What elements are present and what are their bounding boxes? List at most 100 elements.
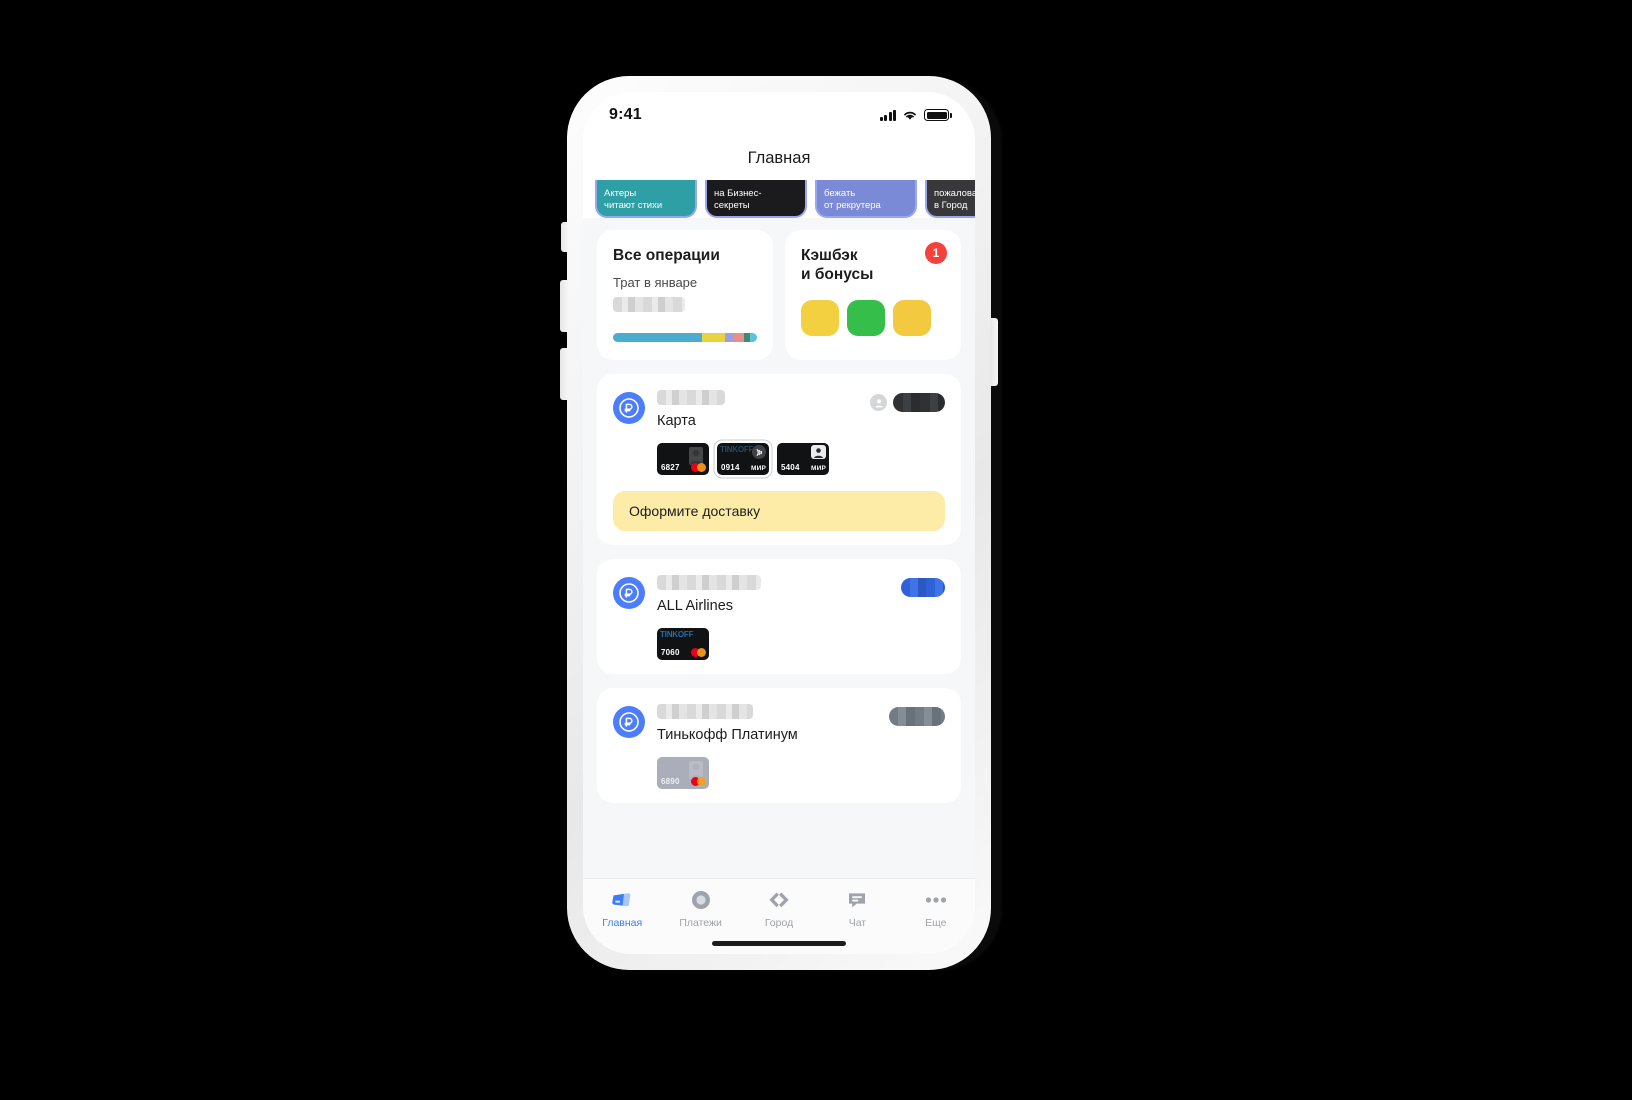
battery-icon	[924, 109, 952, 121]
mini-cards-row[interactable]: 6890	[613, 757, 945, 789]
phone-screen: 9:41 Главная Актеры читают стихи на Бизне…	[583, 92, 975, 954]
card-last4: 6827	[661, 463, 680, 472]
power-button[interactable]	[990, 318, 998, 386]
card-brand	[691, 463, 706, 472]
account-balance-masked	[657, 390, 725, 405]
story-card[interactable]: Актеры читают стихи	[595, 180, 697, 218]
tab-главная[interactable]: Главная	[583, 888, 661, 929]
cashback-tile[interactable]	[847, 300, 885, 336]
card-brand	[691, 648, 706, 657]
spending-bar-segment	[725, 333, 734, 342]
mini-bank-card[interactable]: 6827	[657, 443, 709, 475]
tab-label: Город	[764, 917, 794, 929]
mastercard-logo-icon	[691, 777, 706, 786]
tab-label: Платежи	[679, 917, 722, 929]
account-balance-masked	[657, 704, 753, 719]
scroll-content[interactable]: Актеры читают стихи на Бизнес- секреты беж…	[583, 180, 975, 878]
person-icon[interactable]	[870, 394, 887, 411]
account-balance-masked	[657, 575, 761, 590]
account-right-controls[interactable]	[901, 578, 945, 597]
story-card[interactable]: пожаловать в Город	[925, 180, 975, 218]
account-header: Карта	[613, 390, 945, 429]
more-dots-icon	[923, 888, 949, 912]
tab-город[interactable]: Город	[740, 888, 818, 929]
ruble-logo-icon	[613, 392, 645, 424]
tab-label: Чат	[848, 917, 867, 929]
account-card[interactable]: Тинькофф Платинум 6890	[597, 688, 961, 803]
wifi-icon	[904, 111, 916, 120]
account-name: Карта	[657, 413, 696, 429]
screenshot-stage: 9:41 Главная Актеры читают стихи на Бизне…	[0, 0, 1632, 1100]
story-card[interactable]: бежать от рекрутера	[815, 180, 917, 218]
city-chevrons-icon	[766, 888, 792, 912]
story-text: пожаловать в Город	[934, 188, 975, 211]
card-brand: МИР	[811, 465, 826, 472]
mastercard-logo-icon	[691, 463, 706, 472]
page-title: Главная	[747, 148, 811, 167]
cashback-bonuses-widget[interactable]: Кэшбэк и бонусы 1	[785, 230, 961, 360]
account-secondary-balance-masked	[893, 393, 945, 412]
tab-чат[interactable]: Чат	[818, 888, 896, 929]
tab-label: Главная	[602, 917, 643, 929]
status-icons	[879, 109, 952, 121]
card-last4: 6890	[661, 777, 680, 786]
cashback-tile[interactable]	[801, 300, 839, 336]
tab-платежи[interactable]: Платежи	[661, 888, 739, 929]
mir-logo-icon: МИР	[750, 465, 766, 472]
all-operations-widget[interactable]: Все операции Трат в январе	[597, 230, 773, 360]
account-card[interactable]: ALL Airlines TINKOFF 7060	[597, 559, 961, 674]
silent-switch-button[interactable]	[561, 222, 568, 252]
story-text: на Бизнес- секреты	[714, 188, 762, 211]
story-text: бежать от рекрутера	[824, 188, 881, 211]
account-info: Карта	[657, 390, 858, 429]
all-operations-title: Все операции	[613, 247, 720, 264]
tinkoff-wordmark: TINKOFF	[660, 630, 694, 639]
accounts-list: Карта 6827 TINKOFF 0914 МИР 5404 МИР Оформите д…	[583, 374, 975, 803]
mini-bank-card[interactable]: 5404 МИР	[777, 443, 829, 475]
delivery-banner[interactable]: Оформите доставку	[613, 491, 945, 531]
mini-bank-card[interactable]: TINKOFF 0914 МИР	[717, 443, 769, 475]
mini-cards-row[interactable]: TINKOFF 7060	[613, 628, 945, 660]
cashback-badge: 1	[925, 242, 947, 264]
mini-bank-card[interactable]: 6890	[657, 757, 709, 789]
stories-strip[interactable]: Актеры читают стихи на Бизнес- секреты беж…	[583, 180, 975, 218]
nav-bar: Главная	[583, 136, 975, 180]
account-info: Тинькофф Платинум	[657, 704, 877, 743]
account-card[interactable]: Карта 6827 TINKOFF 0914 МИР 5404 МИР Оформите д…	[597, 374, 961, 545]
cashback-tile[interactable]	[893, 300, 931, 336]
account-right-controls[interactable]	[870, 393, 945, 412]
card-last4: 5404	[781, 463, 800, 472]
card-brand: МИР	[751, 465, 766, 472]
account-name: Тинькофф Платинум	[657, 727, 798, 743]
home-indicator[interactable]	[712, 941, 846, 946]
tab-еще[interactable]: Еще	[897, 888, 975, 929]
account-header: Тинькофф Платинум	[613, 704, 945, 743]
mir-logo-icon: МИР	[810, 465, 826, 472]
story-card[interactable]: на Бизнес- секреты	[705, 180, 807, 218]
spending-bar-segment	[733, 333, 744, 342]
mini-cards-row[interactable]: 6827 TINKOFF 0914 МИР 5404 МИР	[613, 443, 945, 475]
home-card-icon	[610, 888, 634, 912]
account-secondary-balance-masked	[889, 707, 945, 726]
payments-circle-icon	[689, 888, 713, 912]
all-operations-amount-masked	[613, 297, 685, 312]
cashback-title: Кэшбэк и бонусы	[801, 247, 874, 283]
spending-category-bar	[613, 333, 757, 342]
account-secondary-balance-masked	[901, 578, 945, 597]
status-time: 9:41	[609, 106, 642, 123]
volume-up-button[interactable]	[560, 280, 568, 332]
cashback-tiles	[801, 300, 945, 336]
card-last4: 7060	[661, 648, 680, 657]
card-portrait-icon	[811, 445, 826, 459]
chat-bubble-icon	[845, 888, 869, 912]
spending-bar-segment	[749, 333, 757, 342]
account-header: ALL Airlines	[613, 575, 945, 614]
volume-down-button[interactable]	[560, 348, 568, 400]
account-right-controls[interactable]	[889, 707, 945, 726]
spending-bar-segment	[702, 333, 726, 342]
widgets-row: Все операции Трат в январе Кэшбэк и бону…	[583, 218, 975, 360]
tab-label: Еще	[925, 917, 947, 929]
mini-bank-card[interactable]: TINKOFF 7060	[657, 628, 709, 660]
ruble-logo-icon	[613, 577, 645, 609]
ruble-logo-icon	[613, 706, 645, 738]
